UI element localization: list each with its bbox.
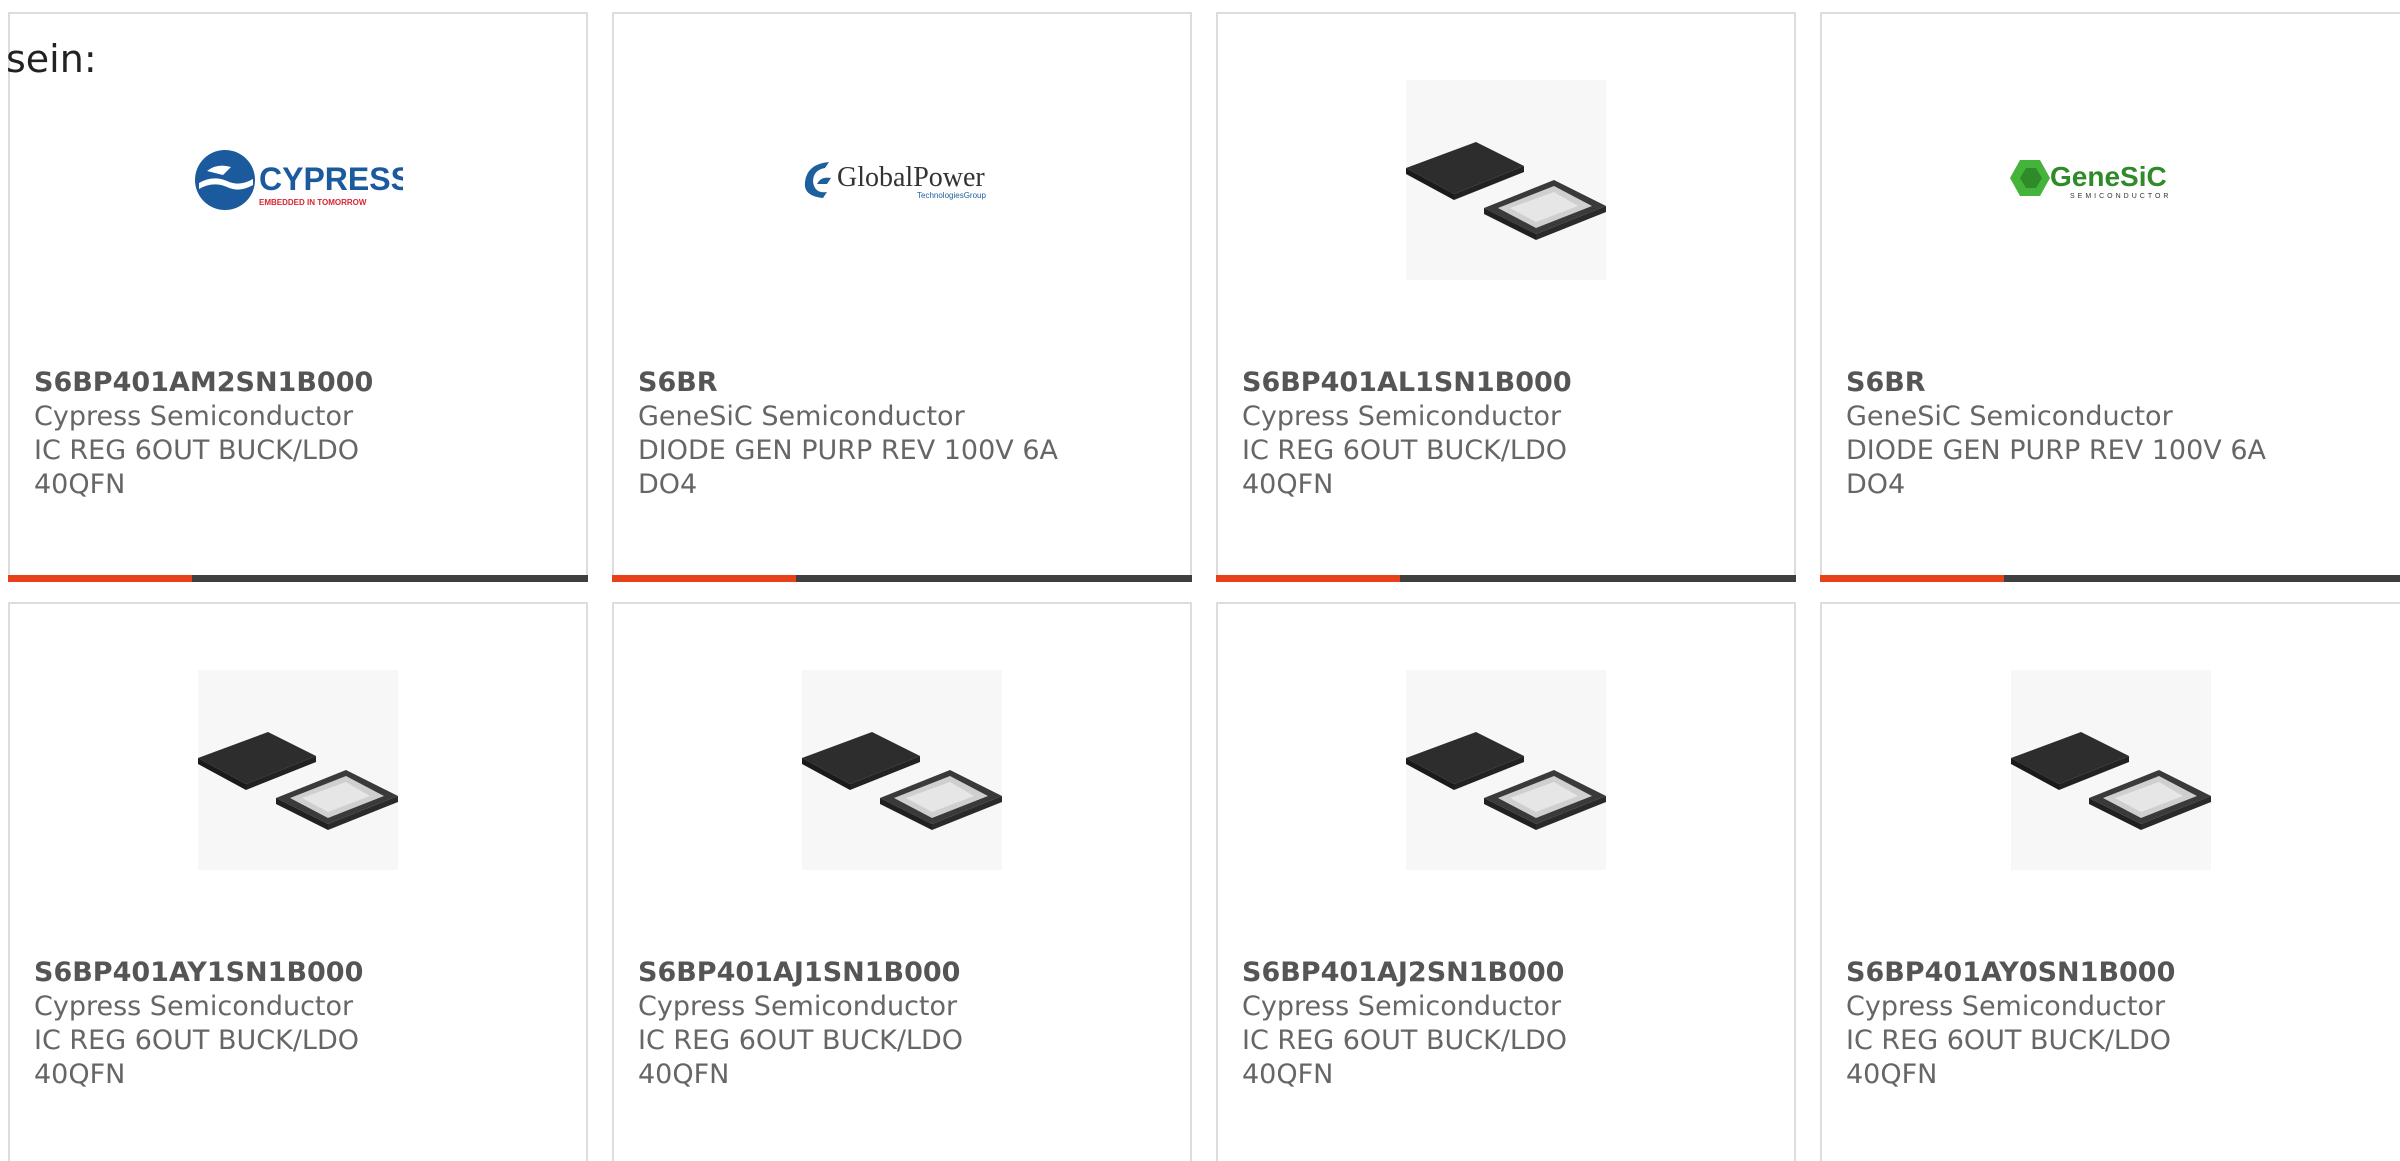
product-image[interactable]	[10, 670, 586, 870]
product-card[interactable]: S6BP401AJ2SN1B000 Cypress Semiconductor …	[1216, 602, 1796, 1161]
manufacturer-name: Cypress Semiconductor	[638, 991, 958, 1022]
part-number[interactable]: S6BP401AM2SN1B000	[34, 366, 454, 400]
product-image[interactable]: CYPRESS EMBEDDED IN TOMORROW	[10, 80, 586, 280]
manufacturer-name: GeneSiC Semiconductor	[1846, 401, 2173, 432]
qfn-chip-icon	[198, 670, 398, 870]
product-description: IC REG 6OUT BUCK/LDO 40QFN	[1242, 1025, 1568, 1090]
card-bar-accent	[1820, 575, 2004, 582]
qfn-chip-icon	[2011, 670, 2211, 870]
product-description: DIODE GEN PURP REV 100V 6A DO4	[638, 435, 1058, 500]
product-description: IC REG 6OUT BUCK/LDO 40QFN	[1846, 1025, 2172, 1090]
card-bottom-bar	[1820, 575, 2400, 582]
product-image[interactable]	[1218, 670, 1794, 870]
svg-text:CYPRESS: CYPRESS	[259, 161, 403, 197]
svg-text:EMBEDDED IN TOMORROW: EMBEDDED IN TOMORROW	[259, 198, 367, 207]
part-number[interactable]: S6BP401AJ2SN1B000	[1242, 956, 1662, 990]
product-description: IC REG 6OUT BUCK/LDO 40QFN	[638, 1025, 964, 1090]
product-description: DIODE GEN PURP REV 100V 6A DO4	[1846, 435, 2266, 500]
part-number[interactable]: S6BP401AL1SN1B000	[1242, 366, 1662, 400]
product-card[interactable]: S6BP401AY1SN1B000 Cypress Semiconductor …	[8, 602, 588, 1161]
intro-text: sein:	[6, 37, 97, 81]
genesic-logo-icon: GeneSiC SEMICONDUCTOR	[2010, 160, 2171, 200]
product-description: IC REG 6OUT BUCK/LDO 40QFN	[34, 1025, 360, 1090]
product-card[interactable]: GeneSiC SEMICONDUCTOR S6BR GeneSiC Semic…	[1820, 12, 2400, 582]
product-card[interactable]: GlobalPower TechnologiesGroup S6BR GeneS…	[612, 12, 1192, 582]
cypress-logo-icon: CYPRESS EMBEDDED IN TOMORROW	[195, 150, 403, 210]
product-description: IC REG 6OUT BUCK/LDO 40QFN	[34, 435, 360, 500]
manufacturer-name: Cypress Semiconductor	[1242, 991, 1562, 1022]
manufacturer-name: GeneSiC Semiconductor	[638, 401, 965, 432]
product-card[interactable]: S6BP401AY0SN1B000 Cypress Semiconductor …	[1820, 602, 2400, 1161]
product-info: S6BP401AL1SN1B000 Cypress Semiconductor …	[1242, 366, 1662, 502]
part-number[interactable]: S6BR	[638, 366, 1058, 400]
card-bar-accent	[1216, 575, 1400, 582]
part-number[interactable]: S6BP401AY1SN1B000	[34, 956, 454, 990]
globalpower-logo-icon: GlobalPower TechnologiesGroup	[804, 162, 986, 200]
product-info: S6BP401AJ1SN1B000 Cypress Semiconductor …	[638, 956, 1058, 1092]
product-info: S6BP401AJ2SN1B000 Cypress Semiconductor …	[1242, 956, 1662, 1092]
qfn-chip-icon	[1406, 670, 1606, 870]
product-card[interactable]: CYPRESS EMBEDDED IN TOMORROW S6BP401AM2S…	[8, 12, 588, 582]
manufacturer-name: Cypress Semiconductor	[34, 991, 354, 1022]
part-number[interactable]: S6BR	[1846, 366, 2266, 400]
product-description: IC REG 6OUT BUCK/LDO 40QFN	[1242, 435, 1568, 500]
product-card[interactable]: S6BP401AJ1SN1B000 Cypress Semiconductor …	[612, 602, 1192, 1161]
product-grid-page: sein: CYPRESS EMBEDDED IN TOMORROW S6BP4…	[0, 0, 2400, 1161]
manufacturer-name: Cypress Semiconductor	[1242, 401, 1562, 432]
product-info: S6BP401AY0SN1B000 Cypress Semiconductor …	[1846, 956, 2266, 1092]
card-bottom-bar	[8, 575, 588, 582]
qfn-chip-icon	[1406, 80, 1606, 280]
part-number[interactable]: S6BP401AY0SN1B000	[1846, 956, 2266, 990]
card-bottom-bar	[612, 575, 1192, 582]
product-image[interactable]: GeneSiC SEMICONDUCTOR	[1822, 80, 2400, 280]
svg-text:SEMICONDUCTOR: SEMICONDUCTOR	[2070, 193, 2171, 200]
manufacturer-name: Cypress Semiconductor	[34, 401, 354, 432]
svg-text:TechnologiesGroup: TechnologiesGroup	[917, 191, 986, 200]
product-card[interactable]: S6BP401AL1SN1B000 Cypress Semiconductor …	[1216, 12, 1796, 582]
product-image[interactable]	[1218, 80, 1794, 280]
card-bar-accent	[612, 575, 796, 582]
product-info: S6BR GeneSiC Semiconductor DIODE GEN PUR…	[1846, 366, 2266, 502]
product-info: S6BR GeneSiC Semiconductor DIODE GEN PUR…	[638, 366, 1058, 502]
qfn-chip-icon	[802, 670, 1002, 870]
card-bar-accent	[8, 575, 192, 582]
product-info: S6BP401AM2SN1B000 Cypress Semiconductor …	[34, 366, 454, 502]
svg-text:GlobalPower: GlobalPower	[837, 162, 985, 193]
product-image[interactable]	[614, 670, 1190, 870]
manufacturer-name: Cypress Semiconductor	[1846, 991, 2166, 1022]
product-image[interactable]: GlobalPower TechnologiesGroup	[614, 80, 1190, 280]
svg-text:GeneSiC: GeneSiC	[2050, 161, 2167, 192]
part-number[interactable]: S6BP401AJ1SN1B000	[638, 956, 1058, 990]
card-bottom-bar	[1216, 575, 1796, 582]
product-info: S6BP401AY1SN1B000 Cypress Semiconductor …	[34, 956, 454, 1092]
product-image[interactable]	[1822, 670, 2400, 870]
